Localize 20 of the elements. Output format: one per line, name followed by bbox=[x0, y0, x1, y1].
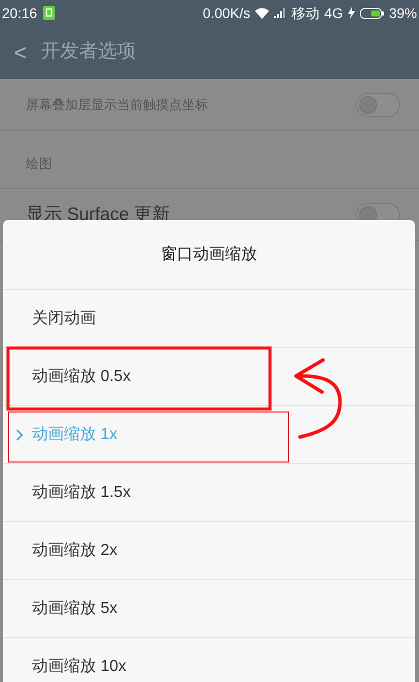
option-item[interactable]: 动画缩放 10x bbox=[3, 638, 415, 682]
network-type: 4G bbox=[324, 4, 343, 22]
time: 20:16 bbox=[2, 4, 38, 22]
chevron-icon bbox=[16, 428, 23, 440]
wifi-icon bbox=[255, 8, 270, 18]
page-title: 开发者选项 bbox=[40, 40, 136, 64]
network-speed: 0.00K/s bbox=[202, 4, 250, 22]
battery-icon bbox=[360, 8, 384, 18]
toggle-switch[interactable] bbox=[356, 92, 400, 116]
option-item[interactable]: 动画缩放 1.5x bbox=[3, 464, 415, 522]
option-item[interactable]: 动画缩放 0.5x bbox=[3, 348, 415, 406]
option-item[interactable]: 关闭动画 bbox=[3, 290, 415, 348]
option-item[interactable]: 动画缩放 2x bbox=[3, 522, 415, 580]
carrier-name: 移动 bbox=[291, 4, 320, 22]
battery-saver-icon bbox=[43, 6, 56, 20]
dialog-title: 窗口动画缩放 bbox=[161, 244, 257, 264]
option-item[interactable]: 动画缩放 5x bbox=[3, 580, 415, 638]
battery-percent: 39% bbox=[388, 4, 417, 22]
charging-icon bbox=[348, 7, 355, 19]
signal-icon bbox=[274, 8, 286, 18]
